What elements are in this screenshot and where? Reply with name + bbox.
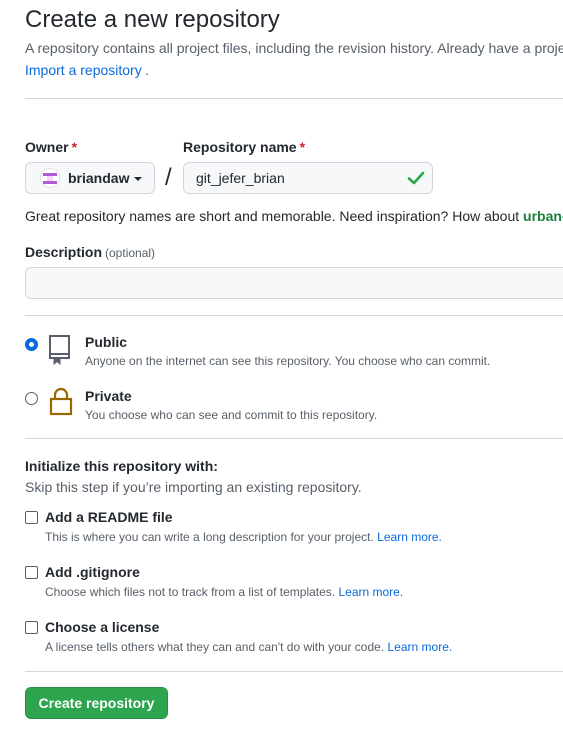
license-description: A license tells others what they can and… [45,640,452,654]
public-radio[interactable] [25,338,38,351]
name-suggestion[interactable]: urban- [523,208,563,224]
page-title: Create a new repository [25,6,280,33]
readme-description: This is where you can write a long descr… [45,530,442,544]
divider [25,671,563,672]
initialize-subheading: Skip this step if you’re importing an ex… [25,479,362,495]
check-icon [407,171,425,185]
readme-learn-more-link[interactable]: Learn more. [377,530,442,544]
readme-checkbox[interactable] [25,511,38,524]
gitignore-learn-more-link[interactable]: Learn more. [338,585,403,599]
repository-name-input[interactable] [183,162,433,194]
description-input[interactable] [25,267,563,299]
repo-icon [49,335,70,365]
divider [25,315,563,316]
description-label: Description (optional) [25,244,155,260]
avatar [40,168,60,188]
description-label-text: Description [25,244,103,260]
license-learn-more-link[interactable]: Learn more. [388,640,453,654]
owner-label-text: Owner [25,139,69,155]
import-link-period: . [145,62,149,78]
private-option-title: Private [85,388,132,404]
private-option-description: You choose who can see and commit to thi… [85,408,378,422]
required-mark: * [299,139,306,155]
license-title: Choose a license [45,619,160,635]
initialize-heading: Initialize this repository with: [25,458,218,474]
create-repository-button[interactable]: Create repository [25,687,168,719]
owner-dropdown[interactable]: briandaw [25,162,155,194]
import-repository-link[interactable]: Import a repository [25,62,142,78]
license-checkbox[interactable] [25,621,38,634]
page-subtitle: A repository contains all project files,… [25,40,563,56]
repository-name-label: Repository name * [183,139,305,155]
private-radio[interactable] [25,392,38,405]
gitignore-description: Choose which files not to track from a l… [45,585,403,599]
repository-name-label-text: Repository name [183,139,297,155]
license-description-text: A license tells others what they can and… [45,640,385,654]
hint-text: Great repository names are short and mem… [25,208,524,224]
divider [25,98,563,99]
gitignore-description-text: Choose which files not to track from a l… [45,585,336,599]
owner-label: Owner * [25,139,77,155]
required-mark: * [71,139,78,155]
readme-description-text: This is where you can write a long descr… [45,530,374,544]
optional-tag: (optional) [105,246,156,260]
owner-name: briandaw [68,170,130,186]
gitignore-checkbox[interactable] [25,566,38,579]
divider [25,438,563,439]
repository-name-hint: Great repository names are short and mem… [25,208,563,224]
owner-repo-separator: / [165,164,172,191]
gitignore-title: Add .gitignore [45,564,140,580]
public-option-title: Public [85,334,128,350]
public-option-description: Anyone on the internet can see this repo… [85,354,491,368]
lock-icon [49,387,73,416]
caret-down-icon [134,176,143,181]
readme-title: Add a README file [45,509,173,525]
